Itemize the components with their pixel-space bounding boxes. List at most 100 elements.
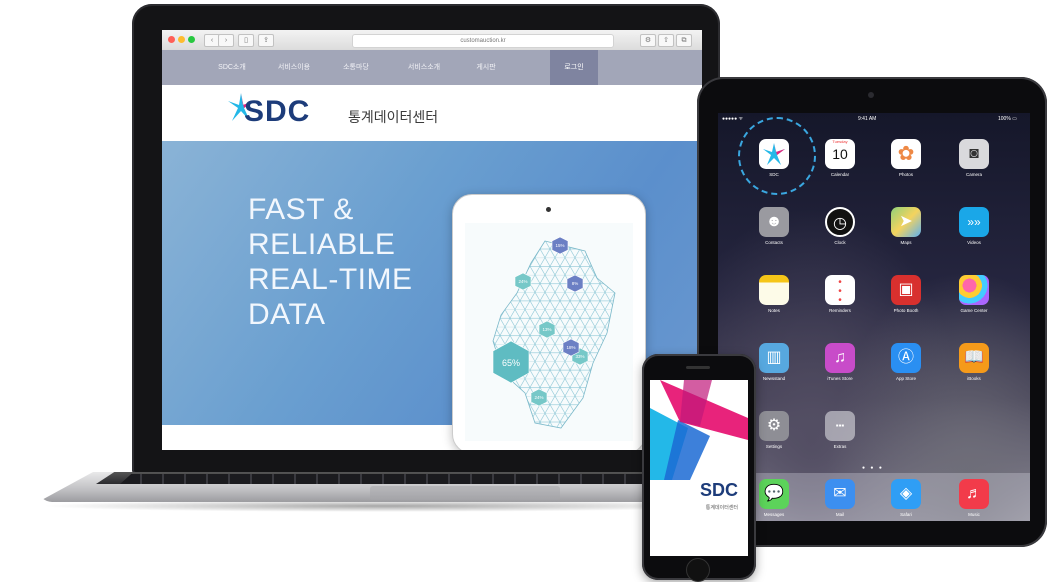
hero-headline-line-4: DATA [248,298,326,331]
app-label: App Store [895,376,916,381]
app-label: Camera [965,172,982,177]
app-label: Safari [900,512,912,517]
app-label: Game Center [960,308,988,313]
share-icon[interactable]: ⇧ [658,34,674,47]
iphone-home-button[interactable] [686,558,710,582]
share-button[interactable]: ⇪ [258,34,274,47]
map-big-label: 65% [502,358,520,368]
notes-icon [759,275,789,305]
app-photo-booth[interactable]: ▣ Photo Booth [880,275,930,327]
app-sdc[interactable]: SDC [748,139,798,191]
iphone-speaker-icon [686,366,710,369]
nav-item-sdc-intro[interactable]: SDC소개 [200,50,264,85]
tablet-camera-icon [546,207,551,212]
app-label: Photo Booth [893,308,919,313]
extension-icon[interactable]: ⚙ [640,34,656,47]
status-time: 9:41 AM [858,116,877,122]
calendar-date: 10 [832,146,848,162]
app-contacts[interactable]: ☻ Contacts [748,207,798,259]
messages-icon: 💬 [759,479,789,509]
app-ibooks[interactable]: 📖 iBooks [948,343,998,395]
page-indicator[interactable]: ● ● ● [862,465,884,471]
app-videos[interactable]: »» Videos [948,207,998,259]
app-photos[interactable]: ✿ Photos [880,139,930,191]
camera-icon: ◙ [959,139,989,169]
hero-headline-line-2: RELIABLE [248,228,396,261]
address-bar[interactable]: customauction.kr [352,34,614,48]
app-itunes-store[interactable]: ♫ iTunes Store [814,343,864,395]
reminders-icon: • • • [825,275,855,306]
sdc-app-icon [759,139,789,169]
iphone-logo-subtitle: 통계데이터센터 [705,505,738,511]
tabs-icon[interactable]: ⧉ [676,34,692,47]
app-extras-folder[interactable]: ▪▪▪ Extras [814,411,864,463]
app-label: Mail [835,512,845,517]
map-label-5: 18% [566,345,575,350]
korea-hex-map-icon: 15% 24% 8% 13% 18% 33% 24% 65% [492,236,616,429]
app-notes[interactable]: Notes [748,275,798,327]
game-center-icon [959,275,989,305]
ipad-dock: 💬 Messages ✉ Mail ◈ Safari ♬ Music [718,473,1030,521]
nav-item-service-intro[interactable]: 서비스소개 [392,50,456,85]
photo-booth-icon: ▣ [891,275,921,305]
app-label: Extras [833,444,847,449]
calendar-icon: Tuesday 10 [825,139,855,169]
newsstand-icon: ▥ [759,343,789,373]
iphone-logo-text: SDC [699,480,738,500]
map-label-7: 24% [534,395,543,400]
sdc-brand-mark-icon [650,380,748,480]
zoom-window-button[interactable] [188,36,195,43]
app-label: Calendar [830,172,850,177]
app-label: Photos [898,172,913,177]
laptop-screen: ‹ › ▯ ⇪ customauction.kr ⚙ ⇧ ⧉ SDC소개 서비스… [162,30,702,450]
minimize-window-button[interactable] [178,36,185,43]
contacts-icon: ☻ [759,207,789,237]
dock-mail[interactable]: ✉ Mail [814,479,864,521]
music-icon: ♬ [959,479,989,509]
app-maps[interactable]: ➤ Maps [880,207,930,259]
site-header: SDC 통계데이터센터 [162,85,702,141]
app-camera[interactable]: ◙ Camera [948,139,998,191]
nav-item-service-use[interactable]: 서비스이용 [262,50,326,85]
hex-map-graphic: 15% 24% 8% 13% 18% 33% 24% 65% [465,223,633,441]
app-label: Notes [768,308,780,313]
app-game-center[interactable]: Game Center [948,275,998,327]
app-label: Reminders [829,308,851,313]
ibooks-icon: 📖 [959,343,989,373]
app-app-store[interactable]: Ⓐ App Store [880,343,930,395]
app-label: iTunes Store [827,376,853,381]
hero-headline-line-3: REAL-TIME [248,263,413,296]
laptop-trackpad [370,486,560,500]
map-label-6: 33% [575,354,584,359]
nav-item-community[interactable]: 소통마당 [324,50,388,85]
ipad-home-screen: ●●●●● ᯤ 9:41 AM 100% ▭ SDC Tuesday 10 Ca… [718,113,1030,521]
forward-button[interactable]: › [218,34,234,47]
settings-icon: ⚙ [759,411,789,441]
site-logo[interactable]: SDC [244,95,310,129]
carrier-signal: ●●●●● ᯤ [722,116,744,122]
hero-headline-line-1: FAST & [248,193,354,226]
nav-item-board[interactable]: 게시판 [454,50,518,85]
photos-icon: ✿ [891,139,921,169]
close-window-button[interactable] [168,36,175,43]
tablet-illustration: 15% 24% 8% 13% 18% 33% 24% 65% [452,194,646,450]
battery-indicator: 100% ▭ [998,116,1017,122]
app-calendar[interactable]: Tuesday 10 Calendar [814,139,864,191]
map-label-3: 8% [572,281,579,286]
ipad-camera-icon [868,92,874,98]
site-navigation: SDC소개 서비스이용 소통마당 서비스소개 게시판 로그인 [162,50,702,85]
site-logo-subtitle: 통계데이터센터 [348,109,439,125]
app-label: SDC [769,172,779,177]
nav-item-login[interactable]: 로그인 [550,50,598,85]
app-label: Music [968,512,980,517]
app-label: Clock [834,240,846,245]
extras-folder-icon: ▪▪▪ [825,411,855,441]
map-label-2: 24% [518,279,527,284]
app-store-icon: Ⓐ [891,343,921,373]
dock-safari[interactable]: ◈ Safari [880,479,930,521]
app-clock[interactable]: ◷ Clock [814,207,864,259]
sidebar-button[interactable]: ▯ [238,34,254,47]
safari-icon: ◈ [891,479,921,509]
dock-music[interactable]: ♬ Music [948,479,998,521]
app-reminders[interactable]: • • • Reminders [814,275,864,327]
